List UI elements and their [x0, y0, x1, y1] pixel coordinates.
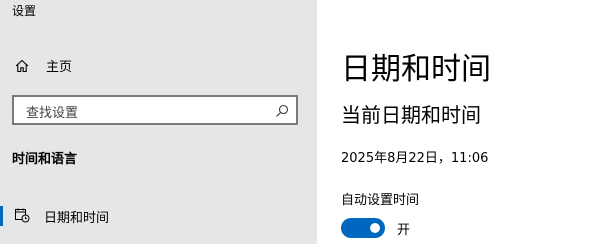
- search-input[interactable]: 查找设置: [12, 95, 298, 125]
- sidebar-item-label: 主页: [46, 60, 73, 75]
- current-datetime: 2025年8月22日，11:06: [341, 151, 489, 166]
- selected-indicator: [0, 206, 3, 226]
- calendar-clock-icon: [14, 207, 30, 223]
- section-heading: 时间和语言: [12, 152, 78, 167]
- main-content: 日期和时间 当前日期和时间 2025年8月22日，11:06 自动设置时间 开: [317, 0, 600, 244]
- search-placeholder: 查找设置: [26, 106, 79, 121]
- sidebar-item-date-time[interactable]: 日期和时间: [0, 199, 317, 233]
- sidebar-item-label: 日期和时间: [44, 211, 110, 226]
- sidebar-item-home[interactable]: 主页: [0, 48, 317, 82]
- section-title: 当前日期和时间: [341, 103, 481, 127]
- home-icon: [14, 58, 30, 74]
- search-icon[interactable]: [274, 103, 290, 119]
- toggle-knob: [370, 223, 380, 233]
- app-title: 设置: [12, 4, 37, 18]
- page-title: 日期和时间: [341, 52, 491, 87]
- sidebar: 设置 主页 查找设置 时间和语言 日期和时间: [0, 0, 317, 244]
- toggle-state-label: 开: [397, 223, 411, 238]
- auto-time-toggle[interactable]: [341, 218, 385, 238]
- auto-time-label: 自动设置时间: [341, 193, 420, 208]
